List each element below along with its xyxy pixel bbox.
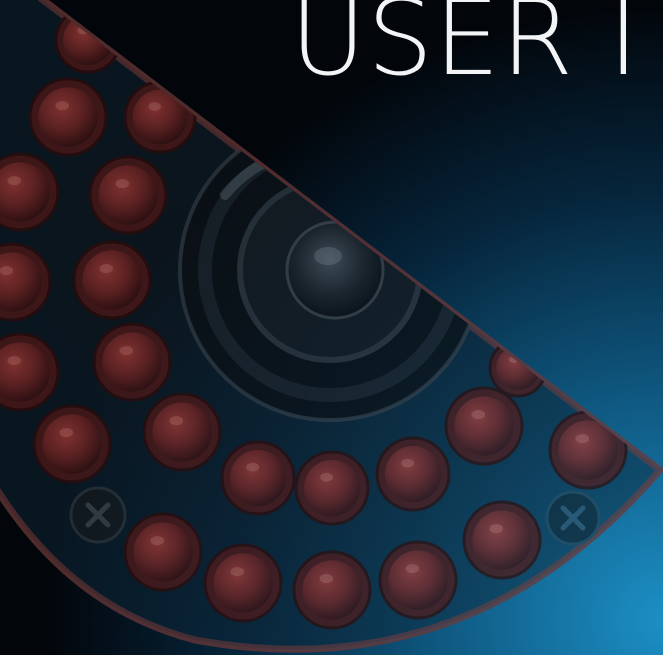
led-icon [92,322,172,402]
led-icon [142,392,222,472]
led-icon [32,404,112,484]
page-title: USER I [290,0,640,99]
led-icon [378,540,458,620]
led-icon [444,386,524,466]
hero-banner: USER I [0,0,663,655]
led-icon [72,240,152,320]
led-icon [88,155,168,235]
screw-icon [545,490,601,546]
led-icon [28,77,108,157]
led-icon [462,500,542,580]
screw-icon [69,486,127,544]
led-icon [203,543,283,623]
led-icon [123,512,203,592]
led-icon [375,436,451,512]
led-icon [220,440,296,516]
led-icon [294,450,370,526]
led-icon [292,550,372,630]
